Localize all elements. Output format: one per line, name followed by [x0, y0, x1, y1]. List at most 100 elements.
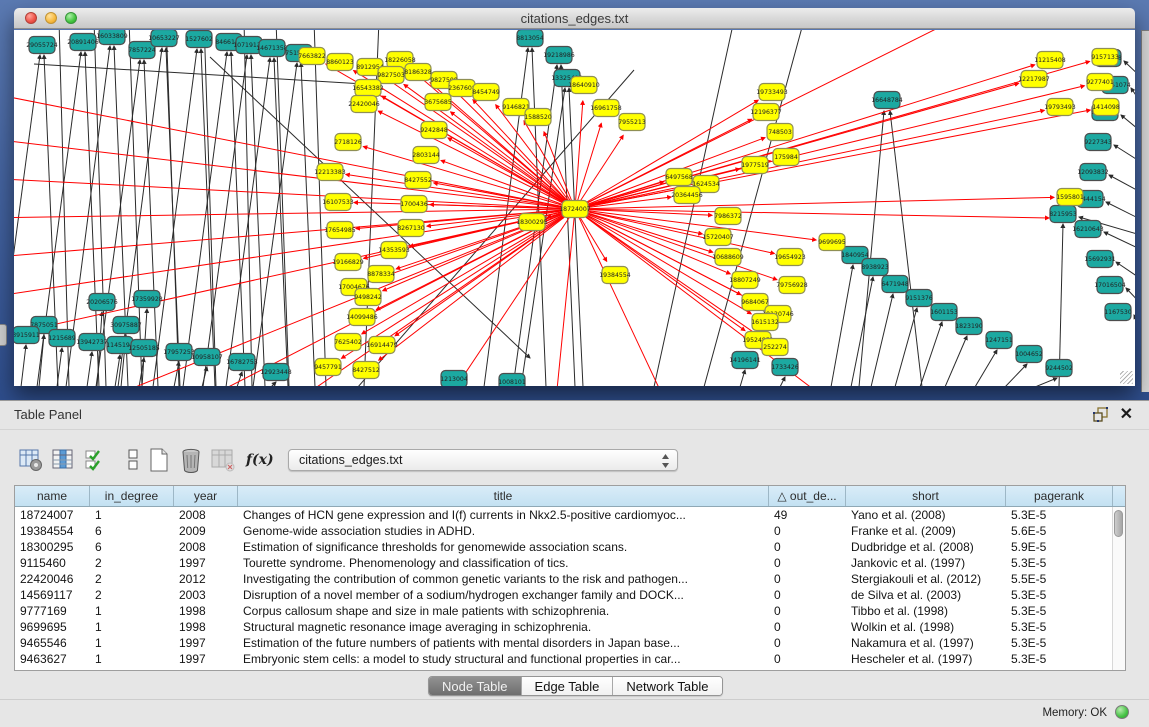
- table-cell[interactable]: Structural magnetic resonance image aver…: [238, 619, 769, 635]
- delete-table-icon[interactable]: [178, 447, 204, 473]
- table-cell[interactable]: Genome-wide association studies in ADHD.: [238, 523, 769, 539]
- network-node[interactable]: 252274: [762, 339, 788, 356]
- network-node[interactable]: 8813054: [516, 30, 544, 47]
- table-cell[interactable]: 49: [769, 507, 846, 523]
- network-node[interactable]: 1414098: [1092, 99, 1120, 116]
- network-node[interactable]: 1213004: [440, 371, 468, 387]
- table-cell[interactable]: Hescheler et al. (1997): [846, 651, 1006, 667]
- table-row[interactable]: 1938455462009Genome-wide association stu…: [15, 523, 1113, 539]
- table-cell[interactable]: 0: [769, 523, 846, 539]
- network-node[interactable]: 8860123: [326, 54, 354, 71]
- network-node[interactable]: 20891406: [67, 34, 99, 51]
- network-node[interactable]: 14671358: [256, 40, 288, 57]
- network-node[interactable]: 79756928: [776, 277, 808, 294]
- table-cell[interactable]: 5.3E-5: [1006, 635, 1113, 651]
- table-cell[interactable]: 6: [90, 523, 174, 539]
- network-node[interactable]: 9827503: [377, 67, 405, 84]
- table-cell[interactable]: 9699695: [15, 619, 90, 635]
- table-row[interactable]: 911546021997Tourette syndrome. Phenomeno…: [15, 555, 1113, 571]
- select-all-rows-icon[interactable]: [84, 447, 110, 473]
- table-cell[interactable]: 0: [769, 571, 846, 587]
- network-node[interactable]: 10958107: [191, 349, 223, 366]
- table-row[interactable]: 1456911722003Disruption of a novel membe…: [15, 587, 1113, 603]
- hub-node[interactable]: 18724007: [559, 201, 591, 218]
- table-cell[interactable]: 2009: [174, 523, 238, 539]
- network-node[interactable]: 3675685: [424, 94, 452, 111]
- network-node[interactable]: 12923448: [260, 364, 292, 381]
- network-node[interactable]: 7625402: [334, 334, 362, 351]
- table-row[interactable]: 2242004622012Investigating the contribut…: [15, 571, 1113, 587]
- table-options-icon[interactable]: [18, 447, 44, 473]
- table-cell[interactable]: Nakamura et al. (1997): [846, 635, 1006, 651]
- table-cell[interactable]: 5.3E-5: [1006, 619, 1113, 635]
- table-cell[interactable]: Estimation of significance thresholds fo…: [238, 539, 769, 555]
- network-node[interactable]: 1167530: [1104, 304, 1132, 321]
- column-header[interactable]: △ out_de...: [769, 486, 846, 506]
- table-row[interactable]: 1872400712008Changes of HCN gene express…: [15, 507, 1113, 523]
- network-node[interactable]: 16107533: [322, 194, 354, 211]
- table-cell[interactable]: 5.3E-5: [1006, 651, 1113, 667]
- table-cell[interactable]: 2: [90, 587, 174, 603]
- network-node[interactable]: 12217987: [1018, 71, 1050, 88]
- table-cell[interactable]: 9463627: [15, 651, 90, 667]
- table-cell[interactable]: 5.3E-5: [1006, 555, 1113, 571]
- table-cell[interactable]: 9777169: [15, 603, 90, 619]
- network-node[interactable]: 14099486: [346, 309, 378, 326]
- network-node[interactable]: 10688609: [712, 249, 744, 266]
- maximize-traffic-light-icon[interactable]: [65, 12, 77, 24]
- table-cell[interactable]: 19384554: [15, 523, 90, 539]
- network-node[interactable]: 2803144: [412, 147, 440, 164]
- table-cell[interactable]: 6: [90, 539, 174, 555]
- network-node[interactable]: 1823190: [955, 318, 983, 335]
- network-node[interactable]: 19384554: [599, 267, 631, 284]
- table-cell[interactable]: 22420046: [15, 571, 90, 587]
- table-cell[interactable]: Tibbo et al. (1998): [846, 603, 1006, 619]
- table-cell[interactable]: 2: [90, 571, 174, 587]
- network-node[interactable]: 15720407: [702, 229, 734, 246]
- table-cell[interactable]: 1998: [174, 619, 238, 635]
- network-node[interactable]: 8267130: [397, 220, 425, 237]
- network-node[interactable]: 20364456: [671, 187, 703, 204]
- unselect-rows-icon[interactable]: [120, 447, 146, 473]
- network-node[interactable]: 1615132: [751, 314, 779, 331]
- network-node[interactable]: 12505185: [128, 340, 160, 357]
- network-node[interactable]: 9244502: [1045, 360, 1073, 377]
- network-node[interactable]: 6497568: [665, 169, 693, 186]
- float-panel-icon[interactable]: [1093, 407, 1109, 423]
- table-cell[interactable]: Wolkin et al. (1998): [846, 619, 1006, 635]
- network-node[interactable]: 19793493: [1044, 99, 1076, 116]
- network-node[interactable]: 9498242: [354, 289, 382, 306]
- table-selector-dropdown[interactable]: citations_edges.txt: [288, 449, 678, 471]
- network-node[interactable]: 11215408: [1034, 52, 1066, 69]
- table-cell[interactable]: 2008: [174, 539, 238, 555]
- table-cell[interactable]: 0: [769, 619, 846, 635]
- table-cell[interactable]: Disruption of a novel member of a sodium…: [238, 587, 769, 603]
- table-cell[interactable]: 1: [90, 635, 174, 651]
- network-node[interactable]: 8878334: [367, 266, 395, 283]
- new-table-icon[interactable]: [146, 447, 172, 473]
- table-cell[interactable]: 1: [90, 507, 174, 523]
- table-cell[interactable]: Franke et al. (2009): [846, 523, 1006, 539]
- close-panel-icon[interactable]: ✕: [1120, 404, 1133, 424]
- network-node[interactable]: 1588520: [524, 109, 552, 126]
- table-row[interactable]: 977716911998Corpus callosum shape and si…: [15, 603, 1113, 619]
- network-node[interactable]: 9457791: [314, 359, 342, 376]
- network-node[interactable]: 16210643: [1072, 221, 1104, 238]
- network-node[interactable]: 1247151: [985, 332, 1013, 349]
- table-cell[interactable]: 1998: [174, 603, 238, 619]
- table-cell[interactable]: 18724007: [15, 507, 90, 523]
- network-node[interactable]: 9684067: [741, 294, 769, 311]
- network-node[interactable]: 16648784: [871, 92, 903, 109]
- table-cell[interactable]: 1: [90, 603, 174, 619]
- table-cell[interactable]: 5.3E-5: [1006, 603, 1113, 619]
- column-header[interactable]: in_degree: [90, 486, 174, 506]
- table-cell[interactable]: 9115460: [15, 555, 90, 571]
- network-node[interactable]: 19218986: [543, 47, 575, 64]
- network-node[interactable]: 175984: [773, 149, 799, 166]
- network-graph[interactable]: 2905572420891406160338097857224106532271…: [14, 30, 1135, 386]
- table-cell[interactable]: 0: [769, 603, 846, 619]
- table-cell[interactable]: Embryonic stem cells: a model to study s…: [238, 651, 769, 667]
- table-cell[interactable]: 2012: [174, 571, 238, 587]
- minimize-traffic-light-icon[interactable]: [45, 12, 57, 24]
- network-node[interactable]: 1977519: [741, 157, 769, 174]
